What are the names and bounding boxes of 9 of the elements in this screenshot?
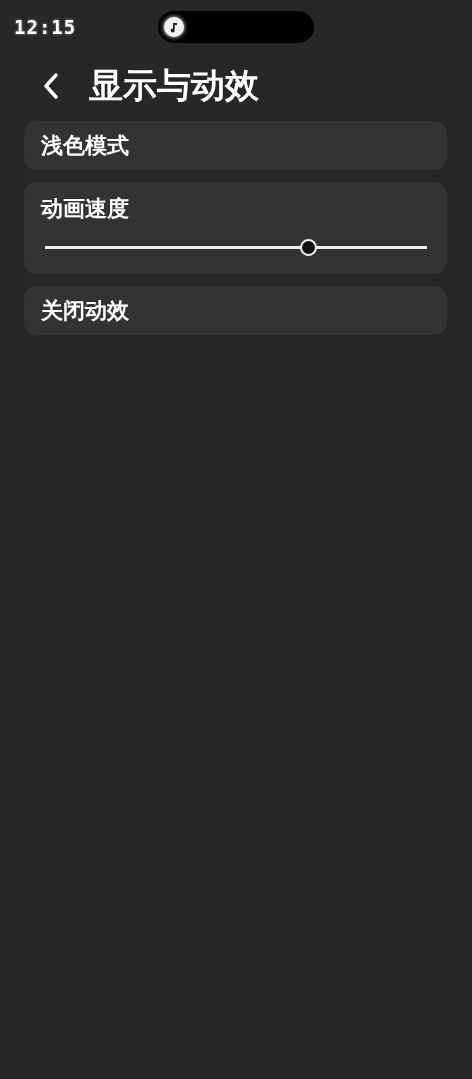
setting-label: 动画速度 (41, 195, 129, 223)
page-title: 显示与动效 (89, 64, 259, 107)
media-pill[interactable] (158, 11, 314, 43)
status-time: 12:15 (14, 16, 78, 38)
setting-item[interactable]: 关闭动效 (24, 286, 447, 335)
music-note-icon (163, 16, 185, 38)
setting-item[interactable]: 浅色模式 (24, 121, 447, 170)
slider-thumb[interactable] (300, 239, 318, 256)
back-icon[interactable] (42, 72, 60, 100)
